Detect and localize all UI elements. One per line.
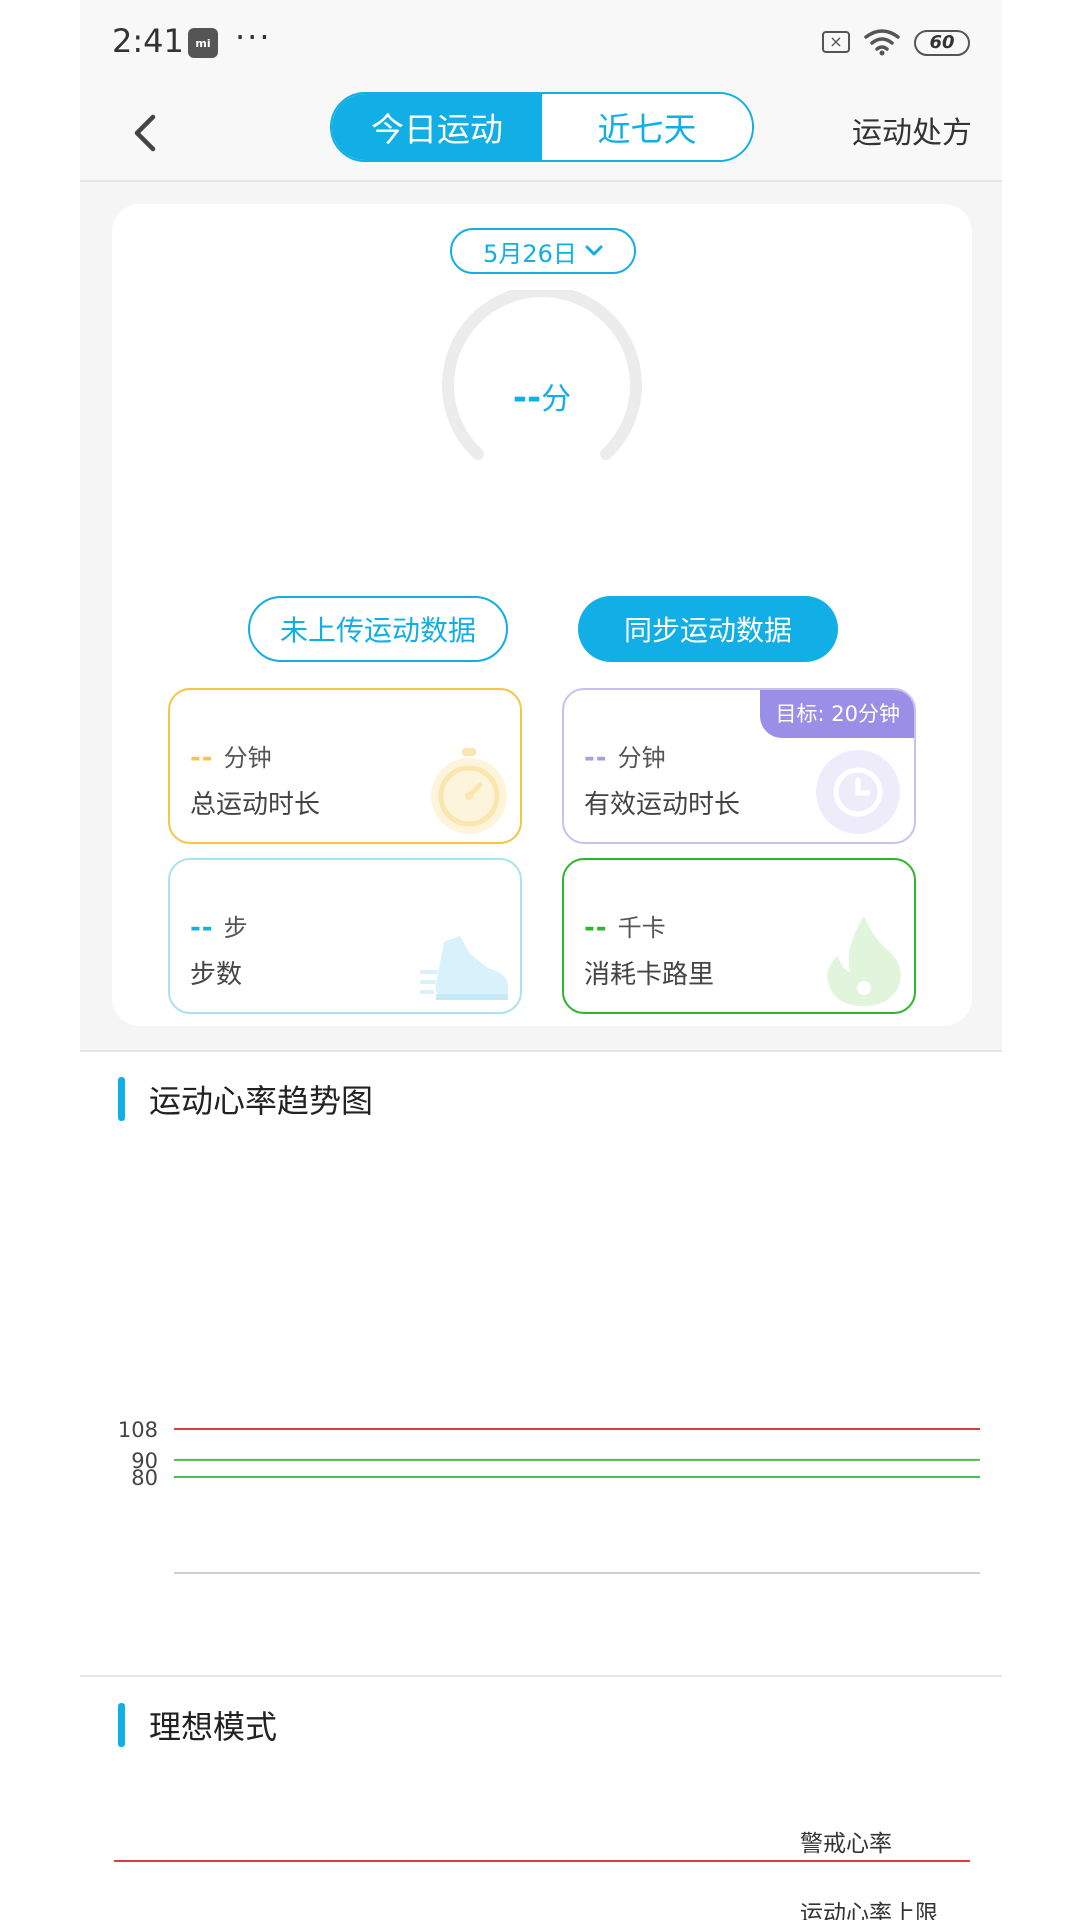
heart-rate-chart: 1089080 xyxy=(118,1418,980,1574)
heading-accent-bar xyxy=(118,1703,125,1747)
clock-icon xyxy=(816,750,900,834)
stat-value-row: -- 分钟 xyxy=(584,738,666,773)
stat-label: 总运动时长 xyxy=(190,790,321,820)
stat-value: -- xyxy=(584,913,608,943)
date-picker-button[interactable]: 5月26日 xyxy=(450,228,636,274)
upper-limit-label: 运动心率上限 xyxy=(800,1901,938,1920)
tab-today[interactable]: 今日运动 xyxy=(332,94,542,160)
stat-unit: 分钟 xyxy=(617,744,666,772)
stat-value: -- xyxy=(190,913,214,943)
ideal-mode-section-title: 理想模式 xyxy=(149,1708,278,1746)
stat-value-row: -- 步 xyxy=(190,908,248,943)
stat-total-duration[interactable]: -- 分钟 总运动时长 xyxy=(168,688,522,844)
heart-rate-section-heading: 运动心率趋势图 xyxy=(118,1076,373,1122)
stat-value-row: -- 千卡 xyxy=(584,908,666,943)
stat-label: 有效运动时长 xyxy=(584,790,741,820)
range-segmented-control: 今日运动 近七天 xyxy=(330,92,754,162)
nav-bar: 今日运动 近七天 运动处方 xyxy=(80,88,1002,182)
section-divider xyxy=(80,1050,1002,1052)
y-tick-label: 80 xyxy=(131,1466,158,1490)
ideal-mode-section-heading: 理想模式 xyxy=(118,1702,277,1748)
tab-last-seven-days[interactable]: 近七天 xyxy=(542,94,752,160)
app-screen: 2:41 mi ··· × 60 今日运动 近七天 运动处方 5月26日 --分… xyxy=(80,0,1002,1920)
stat-effective-duration[interactable]: 目标: 20分钟 -- 分钟 有效运动时长 xyxy=(562,688,916,844)
more-notifications-icon: ··· xyxy=(235,18,272,56)
chevron-down-icon xyxy=(585,245,603,256)
battery-indicator: 60 xyxy=(914,30,970,56)
chevron-left-icon xyxy=(134,114,156,152)
back-button[interactable] xyxy=(124,108,164,158)
summary-area: 5月26日 --分 未上传运动数据 同步运动数据 -- 分钟 总运动时长 目标:… xyxy=(80,182,1002,1050)
summary-card: 5月26日 --分 未上传运动数据 同步运动数据 -- 分钟 总运动时长 目标:… xyxy=(112,204,972,1026)
status-time: 2:41 xyxy=(112,22,184,60)
stat-calories[interactable]: -- 千卡 消耗卡路里 xyxy=(562,858,916,1014)
date-label: 5月26日 xyxy=(483,239,577,268)
gauge-readout: --分 xyxy=(432,374,652,418)
exercise-prescription-link[interactable]: 运动处方 xyxy=(852,108,972,152)
stat-value-row: -- 分钟 xyxy=(190,738,272,773)
warning-heart-rate-line xyxy=(114,1860,970,1862)
wifi-icon xyxy=(864,29,900,56)
stat-value: -- xyxy=(190,743,214,773)
not-uploaded-data-button[interactable]: 未上传运动数据 xyxy=(248,596,508,662)
gauge-value: -- xyxy=(512,378,542,418)
flame-icon xyxy=(827,916,901,1006)
mi-notification-icon: mi xyxy=(188,28,218,58)
stat-unit: 分钟 xyxy=(223,744,272,772)
stat-unit: 千卡 xyxy=(617,914,666,942)
stat-label: 步数 xyxy=(190,960,243,990)
heading-accent-bar xyxy=(118,1077,125,1121)
gauge-unit: 分 xyxy=(541,382,572,417)
stopwatch-icon xyxy=(431,748,507,834)
right-margin xyxy=(1002,0,1080,1920)
stat-label: 消耗卡路里 xyxy=(584,960,715,990)
goal-badge: 目标: 20分钟 xyxy=(759,690,914,738)
y-tick-label: 108 xyxy=(118,1418,158,1442)
no-sim-icon: × xyxy=(822,31,850,53)
stat-unit: 步 xyxy=(223,914,248,942)
stat-value: -- xyxy=(584,743,608,773)
warning-heart-rate-label: 警戒心率 xyxy=(800,1831,892,1857)
sync-data-button[interactable]: 同步运动数据 xyxy=(578,596,838,662)
status-bar: 2:41 mi ··· × 60 xyxy=(80,0,1002,88)
stat-steps[interactable]: -- 步 步数 xyxy=(168,858,522,1014)
section-divider xyxy=(80,1675,1002,1677)
sneaker-icon xyxy=(420,936,508,1000)
left-margin xyxy=(0,0,80,1920)
heart-rate-section-title: 运动心率趋势图 xyxy=(149,1082,374,1120)
